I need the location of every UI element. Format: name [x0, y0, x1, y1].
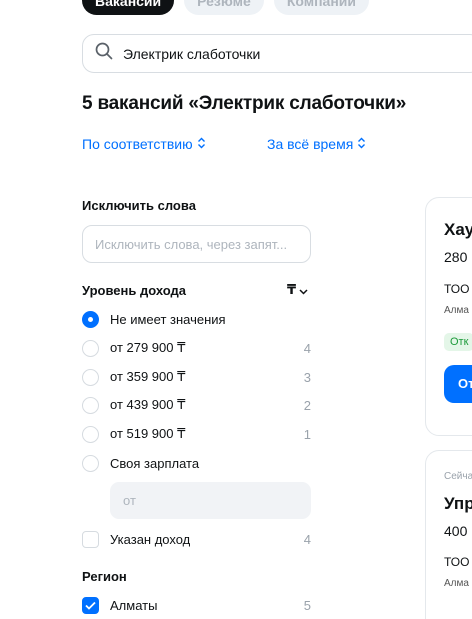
tab-companies[interactable]: Компании [273, 0, 369, 15]
vacancy-salary: 400 [444, 523, 468, 539]
income-option-label: Не имеет значения [110, 311, 226, 327]
income-option[interactable]: Не имеет значения [82, 308, 311, 330]
search-query: Электрик слаботочки [123, 45, 261, 62]
chevron-down-icon [299, 283, 308, 298]
vacancy-company: ТОО [444, 282, 470, 296]
checkbox[interactable] [82, 530, 99, 548]
income-option-label: Своя зарплата [110, 455, 200, 471]
salary-specified-count: 4 [303, 531, 311, 547]
income-option-count: 2 [303, 397, 311, 413]
vacancy-card[interactable]: Хау 280 ТОО Алма Отк От [425, 197, 472, 436]
sort-relevance-dropdown[interactable]: По соответствию [82, 136, 206, 152]
salary-specified-option[interactable]: Указан доход 4 [82, 528, 311, 550]
checkmark-icon [85, 601, 96, 610]
income-option[interactable]: от 519 900 ₸ 1 [82, 423, 311, 445]
results-title: 5 вакансий «Электрик слаботочки» [82, 93, 407, 114]
income-option-count: 1 [303, 426, 311, 442]
income-option[interactable]: от 279 900 ₸ 4 [82, 337, 311, 359]
vacancy-posted-time: Сейча [444, 471, 472, 482]
radio-button[interactable] [82, 454, 99, 472]
updown-chevron-icon [357, 136, 366, 152]
income-option-label: от 439 900 ₸ [110, 397, 186, 412]
radio-button[interactable] [82, 368, 99, 386]
radio-button[interactable] [82, 425, 99, 443]
region-option-count: 5 [303, 597, 311, 613]
respond-button[interactable]: От [444, 365, 472, 403]
radio-button[interactable] [82, 396, 99, 414]
vacancy-title[interactable]: Упр [444, 494, 472, 514]
vacancy-title[interactable]: Хау [444, 220, 472, 240]
vacancy-card[interactable]: Сейча Упр 400 ТОО Алма [425, 450, 472, 619]
vacancy-salary: 280 [444, 249, 468, 265]
tab-resumes[interactable]: Резюме [184, 0, 264, 15]
income-option-label: от 279 900 ₸ [110, 340, 186, 355]
vacancy-city: Алма [444, 305, 469, 316]
search-icon [95, 42, 113, 65]
search-input[interactable]: Электрик слаботочки [82, 34, 472, 73]
income-option[interactable]: от 439 900 ₸ 2 [82, 394, 311, 416]
vacancy-city: Алма [444, 578, 469, 589]
exclude-words-title: Исключить слова [82, 198, 196, 213]
income-option[interactable]: Своя зарплата [82, 452, 311, 474]
income-option[interactable]: от 359 900 ₸ 3 [82, 366, 311, 388]
vacancy-badge: Отк [444, 333, 472, 351]
currency-symbol: ₸ [287, 282, 297, 297]
income-option-count: 3 [303, 369, 311, 385]
tab-vacancies[interactable]: Вакансии [82, 0, 175, 15]
income-option-label: от 519 900 ₸ [110, 426, 186, 441]
checkbox[interactable] [82, 596, 99, 614]
vacancy-company: ТОО [444, 555, 470, 569]
income-option-label: от 359 900 ₸ [110, 369, 186, 384]
sort-relevance-label: По соответствию [82, 136, 193, 152]
sort-period-dropdown[interactable]: За всё время [267, 136, 366, 152]
updown-chevron-icon [197, 136, 206, 152]
currency-dropdown[interactable]: ₸ [287, 282, 308, 298]
vacancy-tabs: Вакансии Резюме Компании [82, 0, 369, 15]
salary-specified-label: Указан доход [110, 531, 191, 547]
region-option-almaty[interactable]: Алматы 5 [82, 594, 311, 616]
income-option-count: 4 [303, 340, 311, 356]
income-title: Уровень дохода [82, 283, 187, 298]
region-option-label: Алматы [110, 597, 158, 613]
region-title: Регион [82, 569, 127, 584]
custom-salary-input[interactable]: от [110, 482, 311, 519]
radio-button[interactable] [82, 339, 99, 357]
exclude-words-input[interactable]: Исключить слова, через запят... [82, 225, 311, 263]
sort-period-label: За всё время [267, 136, 354, 152]
radio-button[interactable] [82, 310, 99, 328]
